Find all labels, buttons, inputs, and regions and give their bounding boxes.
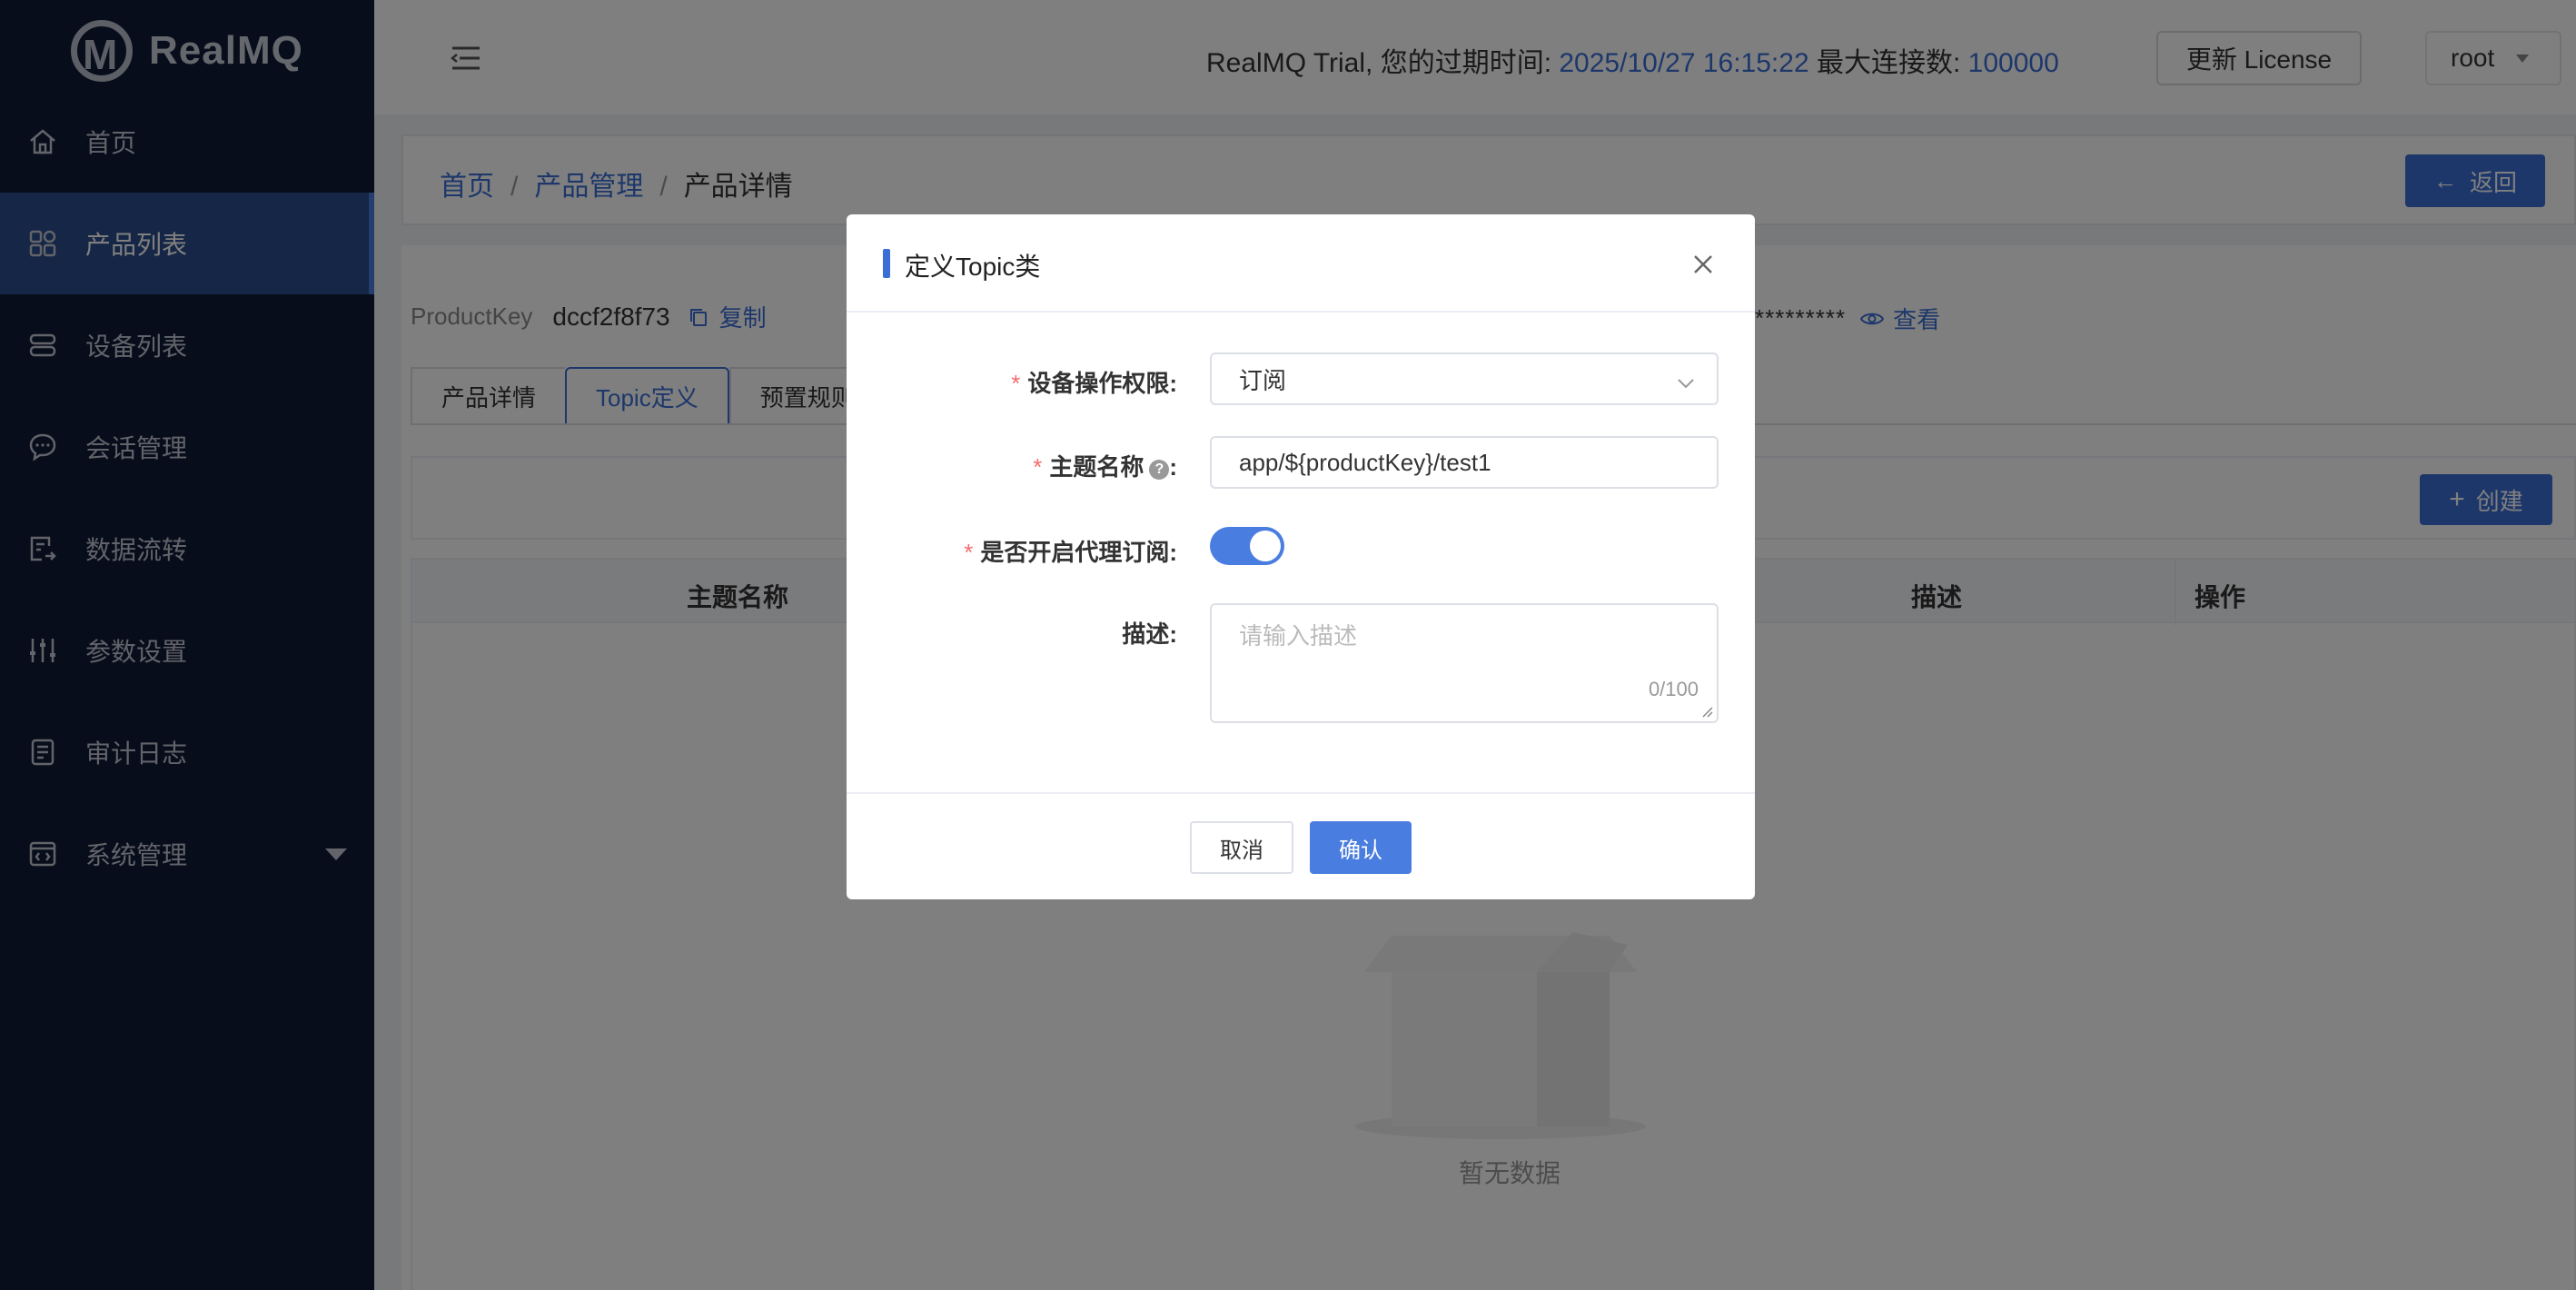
help-icon[interactable]: ?: [1149, 460, 1170, 480]
proxy-label: * 是否开启代理订阅:: [964, 534, 1177, 568]
permission-select[interactable]: 订阅: [1210, 352, 1719, 405]
title-accent-bar: [883, 249, 890, 278]
chevron-down-icon: [1677, 371, 1695, 389]
close-icon[interactable]: [1691, 253, 1715, 276]
description-label: 描述:: [1122, 620, 1177, 648]
toggle-knob: [1250, 531, 1281, 561]
confirm-button[interactable]: 确认: [1310, 821, 1412, 874]
permission-label: * 设备操作权限:: [1011, 365, 1177, 399]
description-placeholder: 请输入描述: [1239, 622, 1358, 650]
proxy-subscribe-toggle[interactable]: [1210, 527, 1284, 565]
dialog-header: 定义Topic类: [847, 214, 1755, 313]
define-topic-dialog: 定义Topic类 * 设备操作权限: 订阅 * 主题名称?: app/${produ…: [847, 214, 1755, 899]
topic-label-text: 主题名称: [1049, 453, 1144, 481]
required-mark: *: [1011, 370, 1021, 397]
cancel-button[interactable]: 取消: [1190, 821, 1293, 874]
dialog-footer: 取消 确认: [847, 792, 1755, 899]
dialog-title: 定义Topic类: [905, 253, 1041, 281]
char-counter: 0/100: [1648, 678, 1699, 700]
proxy-label-text: 是否开启代理订阅:: [980, 539, 1177, 566]
permission-label-text: 设备操作权限:: [1027, 370, 1177, 397]
required-mark: *: [1033, 453, 1043, 481]
resize-grip-icon[interactable]: [1700, 705, 1713, 718]
topic-label: * 主题名称?:: [1033, 453, 1177, 481]
required-mark: *: [964, 539, 974, 566]
topic-name-input[interactable]: app/${productKey}/test1: [1210, 436, 1719, 489]
description-textarea[interactable]: 请输入描述 0/100: [1210, 603, 1719, 723]
permission-value: 订阅: [1239, 366, 1287, 394]
